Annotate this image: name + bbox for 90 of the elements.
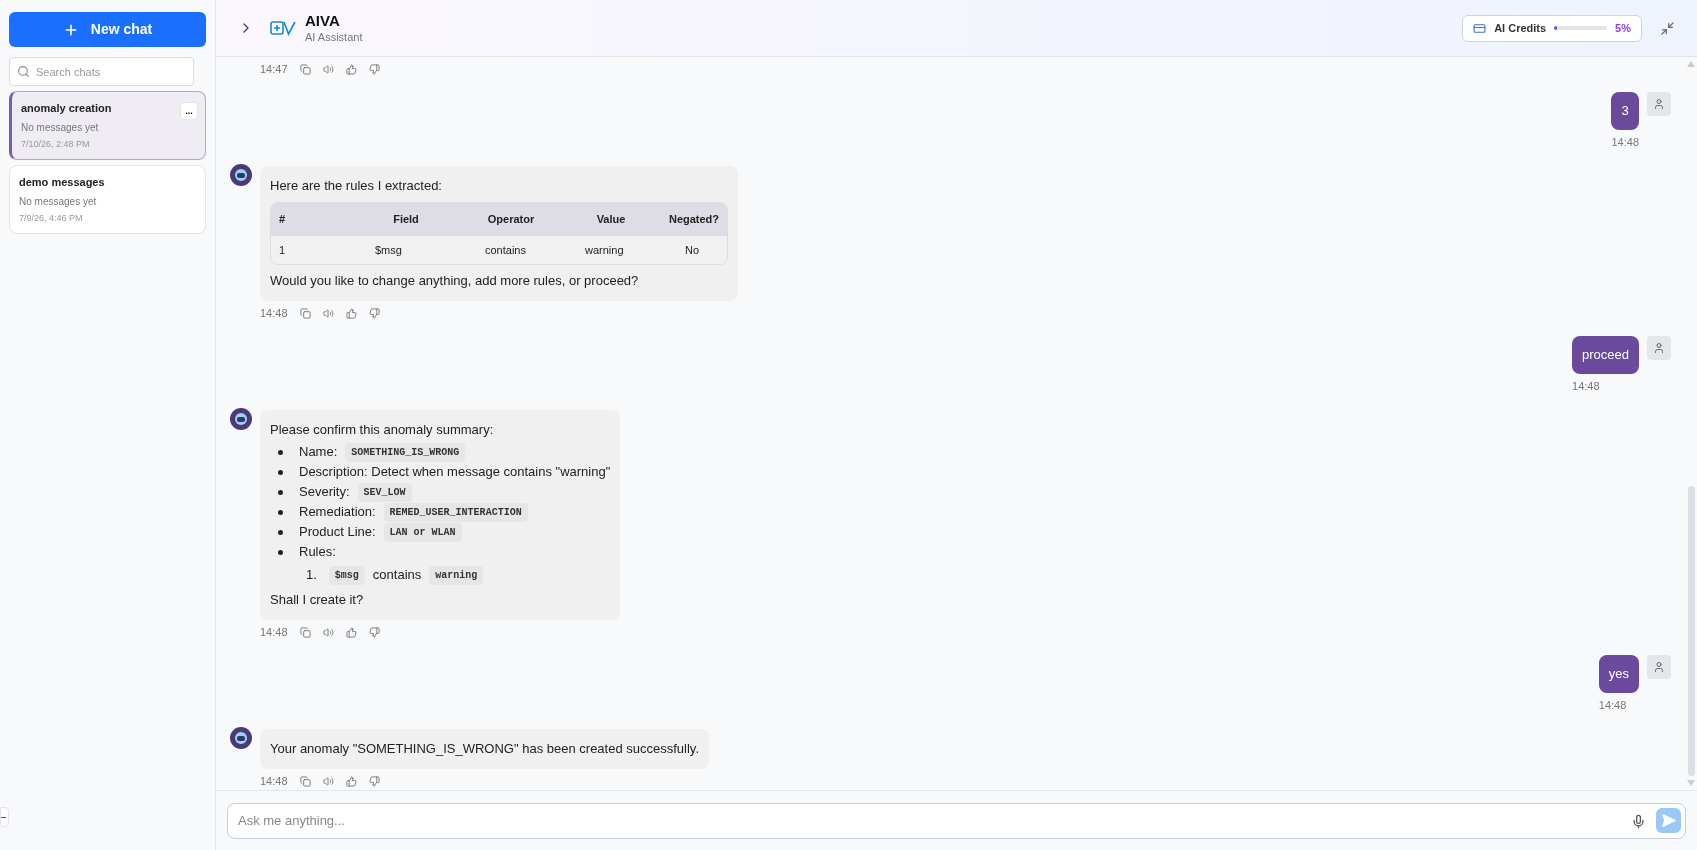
message-text: Your anomaly "SOMETHING_IS_WRONG" has been created successfully.	[270, 740, 699, 758]
logo-icon	[270, 19, 296, 37]
code-chip: LAN or WLAN	[383, 522, 462, 542]
bot-avatar-icon	[230, 727, 252, 749]
credits-label: AI Credits	[1494, 20, 1547, 36]
thumbs-up-icon[interactable]	[345, 775, 357, 787]
chat-item[interactable]: demo messages No messages yet 7/9/26, 4:46 PM	[9, 165, 206, 234]
message-time: 14:48	[260, 774, 288, 789]
copy-icon[interactable]	[299, 626, 311, 638]
list-number: 1.	[306, 566, 317, 585]
copy-icon[interactable]	[299, 307, 311, 319]
list-text: Rules:	[299, 543, 336, 562]
list-text: Severity:	[299, 483, 350, 502]
user-avatar-icon	[1647, 654, 1671, 679]
speaker-icon[interactable]	[322, 63, 334, 75]
bullet-icon	[278, 449, 283, 455]
chat-title: demo messages	[19, 175, 105, 190]
chat-item[interactable]: anomaly creation No messages yet 7/10/26, 2:48 PM ...	[9, 91, 206, 160]
list-text: Product Line:	[299, 523, 376, 542]
card-icon	[1473, 21, 1487, 35]
message-input[interactable]: Ask me anything...	[227, 802, 1686, 839]
send-icon	[1661, 812, 1676, 828]
table-cell-text: warning	[584, 242, 625, 258]
bot-avatar-icon	[230, 408, 252, 430]
bot-avatar-icon	[230, 164, 252, 186]
search-field[interactable]: Search chats	[9, 57, 194, 86]
message-text: Shall I create it?	[270, 591, 365, 609]
code-chip: SEV_LOW	[357, 482, 412, 502]
collapse-icon[interactable]	[1660, 20, 1675, 36]
message-time: 14:48	[1572, 378, 1600, 394]
chat-menu-button[interactable]: ...	[180, 102, 198, 120]
thumbs-up-icon[interactable]	[345, 63, 357, 75]
message-text: Here are the rules I extracted:	[270, 177, 443, 195]
code-chip: REMED_USER_INTERACTION	[383, 502, 528, 522]
message-time: 14:48	[1611, 134, 1639, 150]
message-time: 14:48	[260, 306, 288, 321]
new-chat-button[interactable]: New chat	[9, 12, 206, 47]
credits-percent: 5%	[1615, 20, 1631, 36]
code-chip: warning	[429, 565, 484, 585]
list-text: Remediation:	[299, 503, 376, 522]
search-icon	[17, 65, 30, 78]
user-avatar-icon	[1647, 91, 1671, 116]
bullet-icon	[278, 529, 283, 535]
thumbs-down-icon[interactable]	[368, 63, 380, 75]
thumbs-up-icon[interactable]	[345, 626, 357, 638]
chat-preview: No messages yet	[21, 120, 99, 135]
copy-icon[interactable]	[299, 775, 311, 787]
column-header: Field	[392, 212, 420, 227]
chat-preview: No messages yet	[19, 194, 97, 209]
thumbs-down-icon[interactable]	[368, 775, 380, 787]
table-cell-text: 1	[278, 242, 287, 258]
copy-icon[interactable]	[299, 63, 311, 75]
list-text: Description: Detect when message contains "warning"	[299, 463, 611, 482]
code-chip: SOMETHING_IS_WRONG	[345, 442, 466, 462]
microphone-icon[interactable]	[1631, 813, 1646, 829]
message-time: 14:48	[1598, 697, 1627, 713]
column-header: #	[278, 212, 287, 227]
column-header: Operator	[486, 212, 536, 227]
column-header: Negated?	[667, 212, 721, 227]
bullet-icon	[278, 549, 283, 555]
thumbs-up-icon[interactable]	[345, 307, 357, 319]
thumbs-down-icon[interactable]	[368, 626, 380, 638]
message-time: 14:47	[260, 62, 288, 77]
speaker-icon[interactable]	[322, 775, 334, 787]
user-avatar-icon	[1647, 335, 1671, 360]
bullet-icon	[278, 489, 283, 495]
message-text: Would you like to change anything, add more rules, or proceed?	[270, 272, 640, 290]
user-message: yes	[1598, 654, 1639, 693]
code-chip: $msg	[328, 565, 365, 585]
chat-title: anomaly creation	[21, 101, 112, 116]
message-text: Please confirm this anomaly summary:	[270, 421, 495, 439]
user-message: 3	[1611, 91, 1639, 130]
bullet-icon	[278, 509, 283, 515]
app-subtitle: AI Assistant	[305, 30, 363, 45]
speaker-icon[interactable]	[322, 626, 334, 638]
table-cell-text: No	[684, 242, 701, 258]
table-cell-text: $msg	[374, 242, 403, 258]
table-cell-text: contains	[484, 242, 527, 258]
chat-date: 7/10/26, 2:48 PM	[21, 137, 90, 151]
message-time: 14:48	[260, 625, 288, 640]
app-title: AIVA	[305, 11, 341, 31]
collapse-handle[interactable]	[0, 807, 9, 827]
chat-date: 7/9/26, 4:46 PM	[19, 211, 83, 225]
column-header: Value	[595, 212, 627, 227]
list-text: Name:	[299, 443, 338, 462]
list-text: contains	[372, 566, 422, 585]
bullet-icon	[278, 469, 283, 475]
thumbs-down-icon[interactable]	[368, 307, 380, 319]
speaker-icon[interactable]	[322, 307, 334, 319]
user-message: proceed	[1572, 335, 1639, 374]
